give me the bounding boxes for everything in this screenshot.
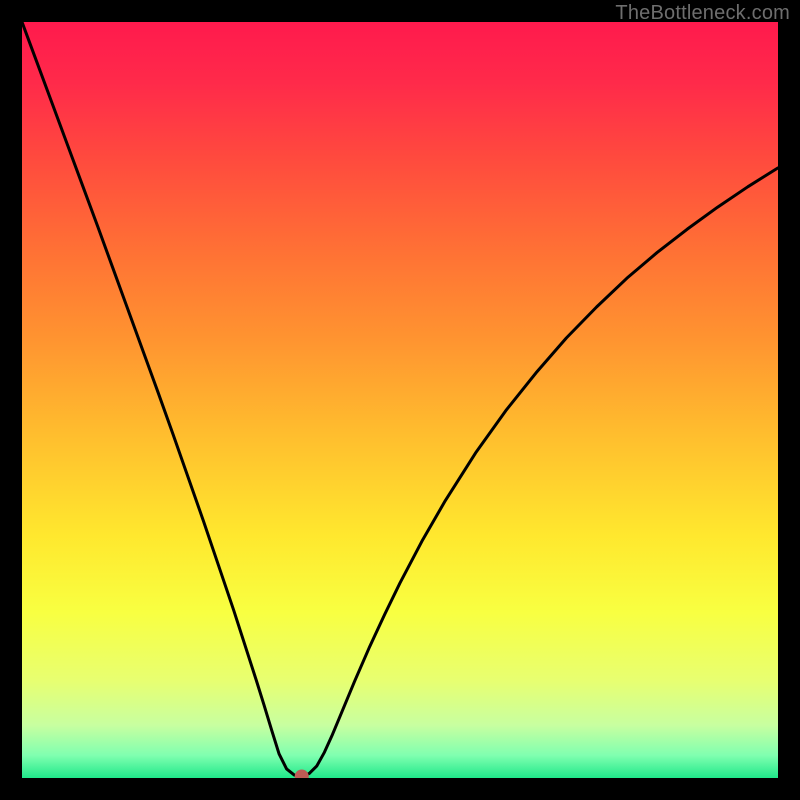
gradient-background (22, 22, 778, 778)
chart-plot-area (22, 22, 778, 778)
chart-frame: TheBottleneck.com (0, 0, 800, 800)
watermark-text: TheBottleneck.com (615, 2, 790, 25)
chart-svg (22, 22, 778, 778)
